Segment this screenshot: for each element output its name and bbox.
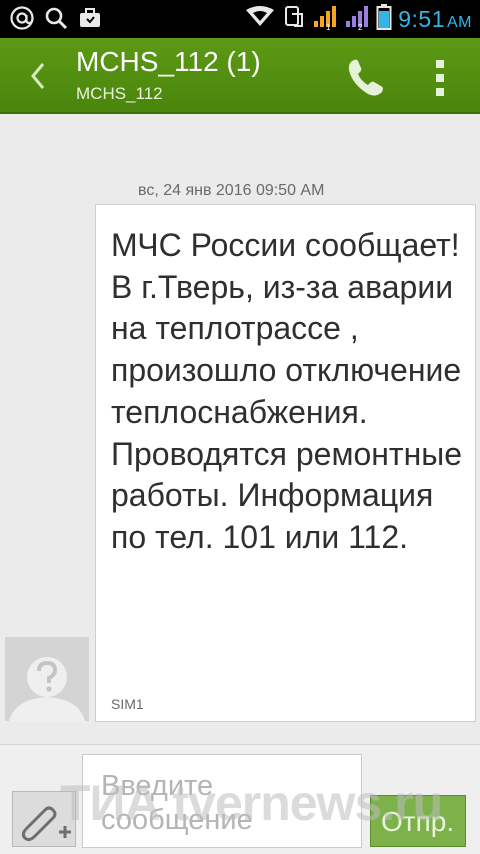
contact-avatar[interactable] <box>5 637 89 721</box>
search-icon <box>42 4 70 32</box>
sim2-signal-icon: 2 <box>344 3 370 36</box>
status-left-icons <box>8 4 104 32</box>
signal-icon <box>244 4 276 35</box>
watermark: ТИА tvernews.ru <box>60 775 443 831</box>
svg-text:1: 1 <box>326 23 331 31</box>
message-bubble[interactable]: МЧС России сообщает! В г.Тверь, из-за ав… <box>95 204 476 722</box>
status-bar: 1 2 9:51 AM <box>0 0 480 38</box>
message-text: МЧС России сообщает! В г.Тверь, из-за ав… <box>111 227 463 555</box>
at-icon <box>8 4 36 32</box>
svg-text:2: 2 <box>358 23 363 31</box>
data-transfer-icon <box>282 4 306 35</box>
message-timestamp: вс, 24 янв 2016 09:50 AM <box>138 182 325 199</box>
clock-ampm: AM <box>447 14 472 31</box>
overflow-menu-icon[interactable] <box>430 56 450 100</box>
conversation-header: MCHS_112 (1) MCHS_112 <box>0 38 480 114</box>
status-clock: 9:51 AM <box>398 6 472 33</box>
sim1-signal-icon: 1 <box>312 3 338 36</box>
briefcase-icon <box>76 4 104 32</box>
message-sim-label: SIM1 <box>111 696 144 712</box>
phone-call-icon[interactable] <box>344 56 388 100</box>
conversation-subtitle: MCHS_112 <box>76 84 163 103</box>
conversation-title[interactable]: MCHS_112 (1) <box>76 46 261 78</box>
battery-icon <box>376 3 392 36</box>
unknown-contact-icon <box>5 637 89 721</box>
clock-time: 9:51 <box>398 6 445 32</box>
status-right-icons: 1 2 9:51 AM <box>244 3 472 36</box>
back-chevron-icon[interactable] <box>26 58 48 94</box>
